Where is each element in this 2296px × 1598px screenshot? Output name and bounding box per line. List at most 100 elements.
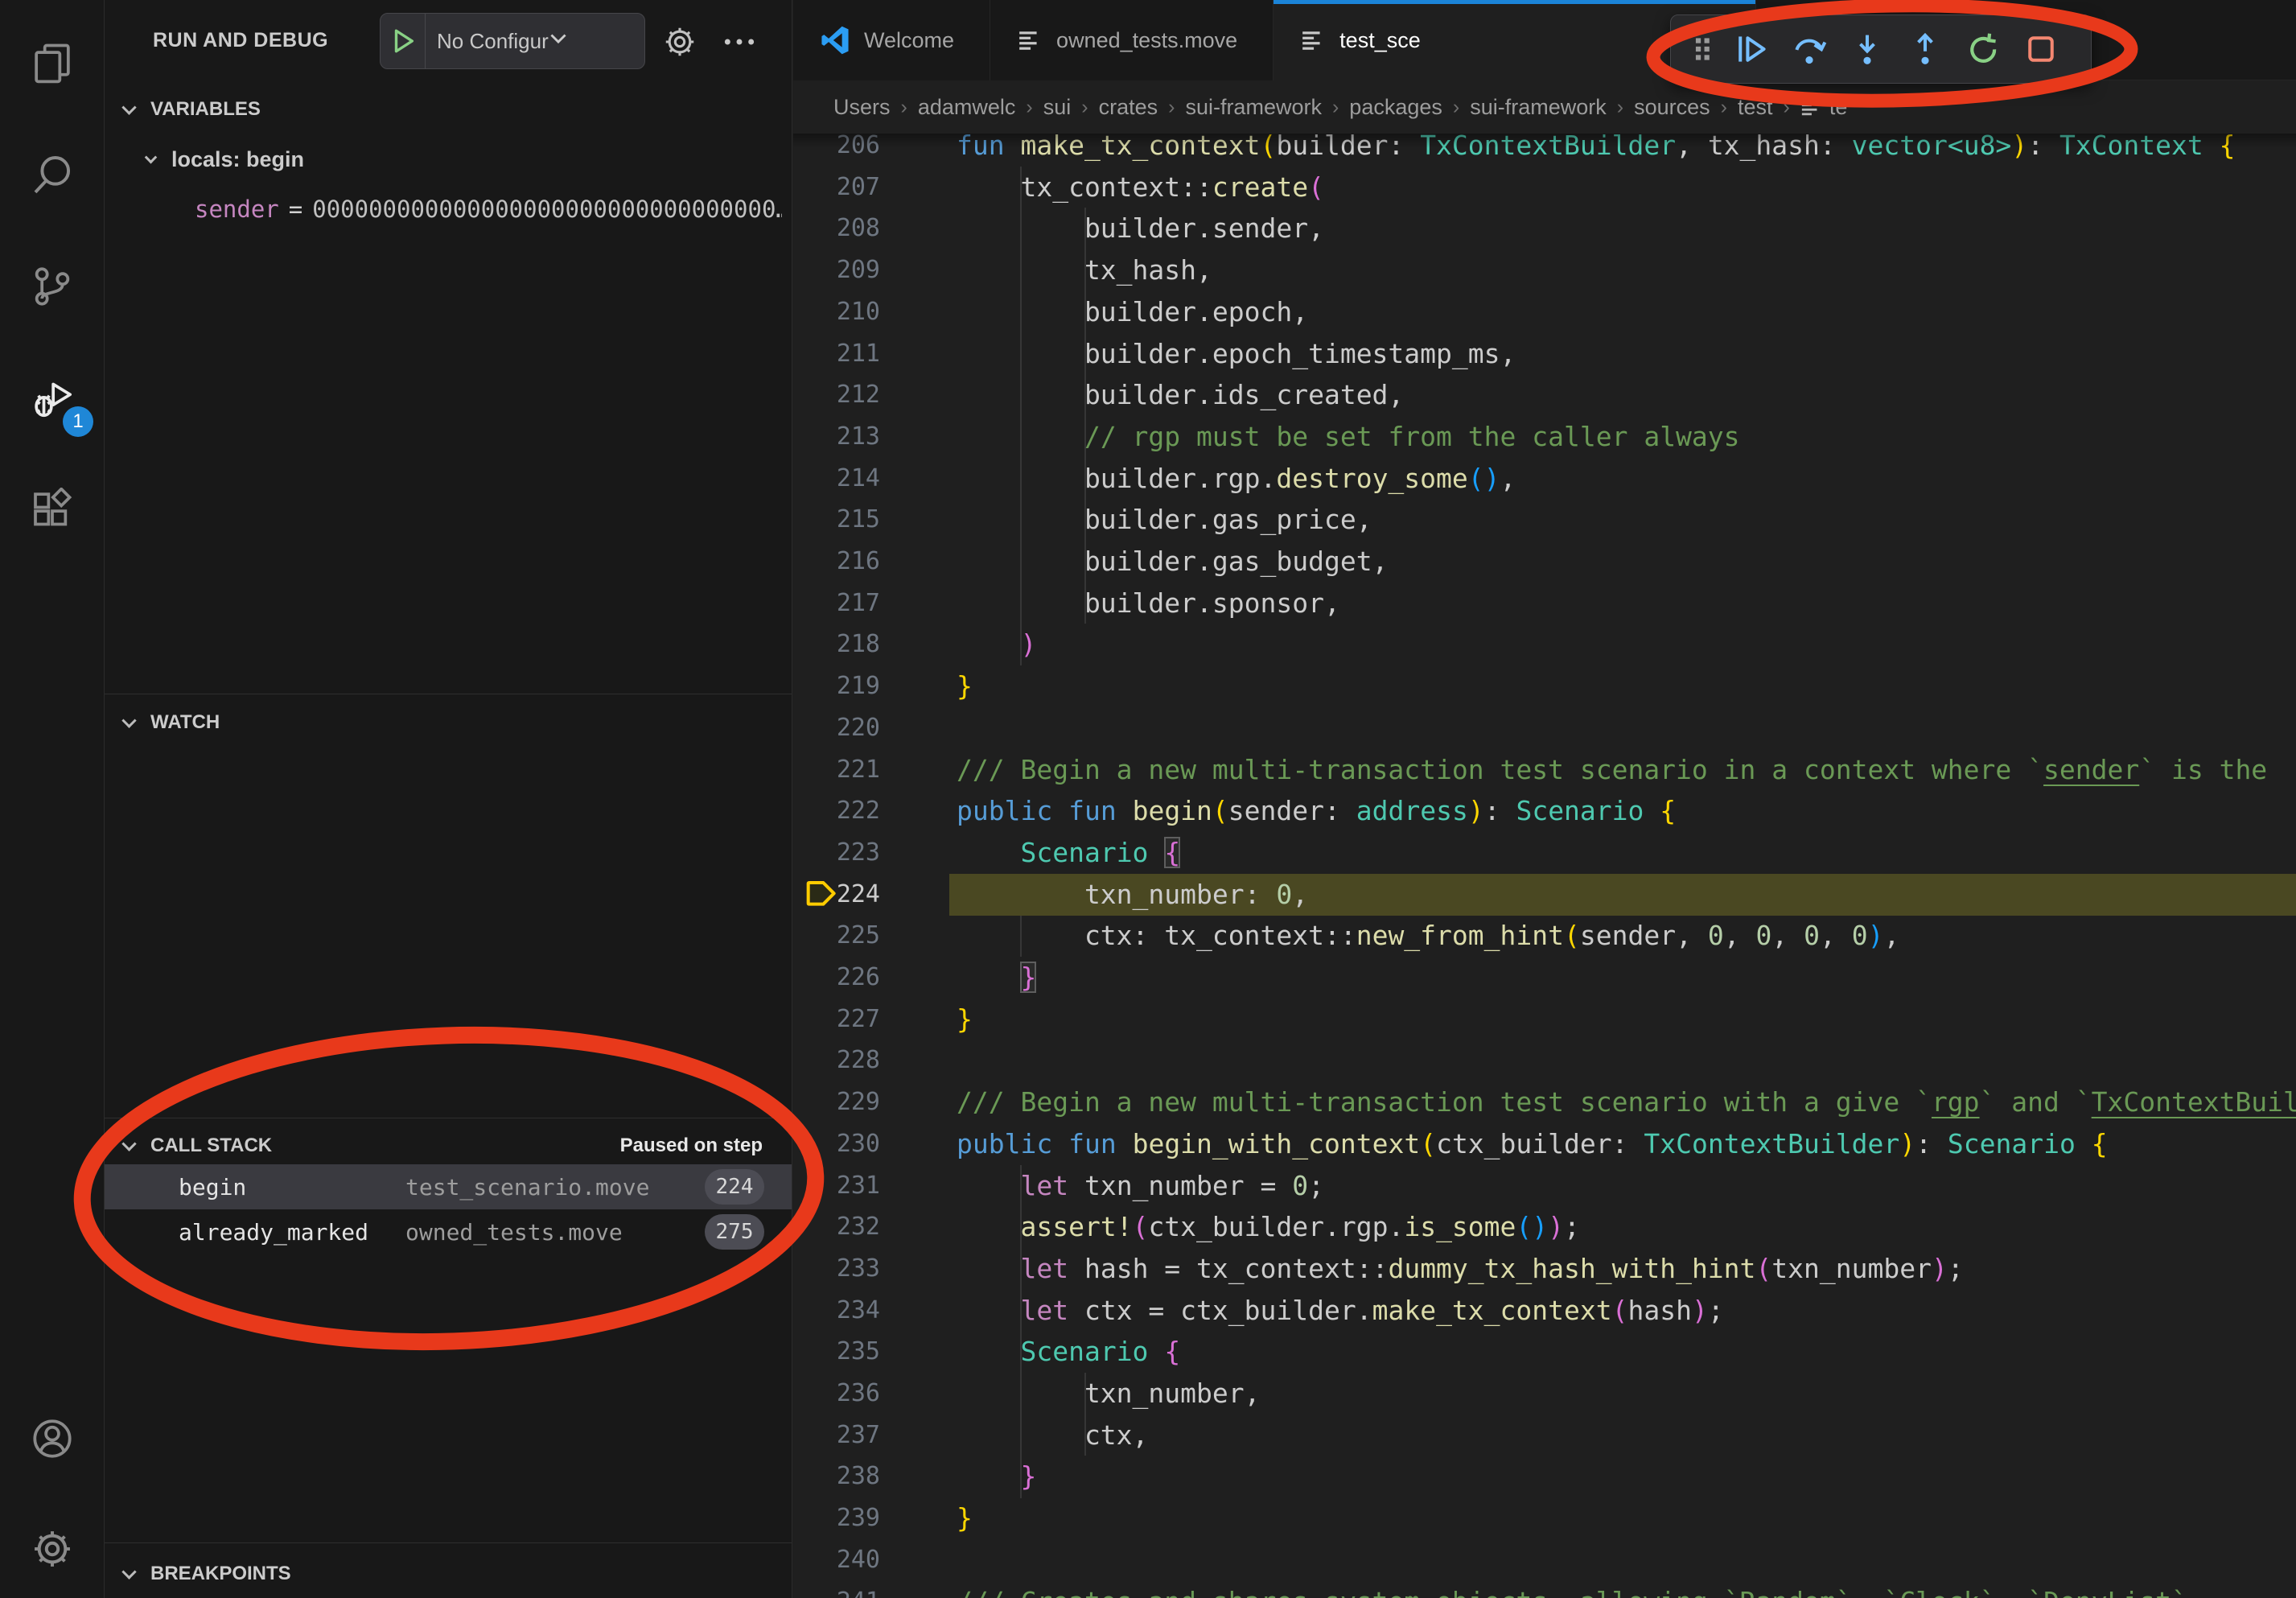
line-number[interactable]: 223 xyxy=(809,832,880,874)
section-variables[interactable]: VARIABLES xyxy=(105,89,792,130)
line-number[interactable]: 240 xyxy=(809,1539,880,1581)
line-number[interactable]: 235 xyxy=(809,1331,880,1373)
breadcrumb-item[interactable]: sources xyxy=(1634,95,1710,120)
line-number[interactable]: 215 xyxy=(809,499,880,541)
code-line[interactable]: /// Begin a new multi-transaction test s… xyxy=(957,1081,2296,1123)
line-number[interactable]: 236 xyxy=(809,1373,880,1415)
section-watch[interactable]: WATCH xyxy=(105,702,792,743)
activity-explorer[interactable] xyxy=(0,23,105,106)
line-number[interactable]: 225 xyxy=(809,915,880,957)
breadcrumb-item[interactable]: sui-framework xyxy=(1185,95,1322,120)
line-number[interactable]: 233 xyxy=(809,1248,880,1290)
line-number[interactable]: 214 xyxy=(809,458,880,500)
variables-scope-locals[interactable]: locals: begin xyxy=(146,138,304,180)
line-number[interactable]: 230 xyxy=(809,1123,880,1165)
line-number[interactable]: 224 xyxy=(809,874,880,916)
line-number[interactable]: 210 xyxy=(809,291,880,333)
debug-config-select[interactable]: No Configur xyxy=(426,29,549,54)
debug-step-into-button[interactable] xyxy=(1838,19,1896,79)
line-number[interactable]: 227 xyxy=(809,999,880,1040)
line-number[interactable]: 217 xyxy=(809,583,880,624)
debug-stop-button[interactable] xyxy=(2012,19,2070,79)
code-line[interactable]: let ctx = ctx_builder.make_tx_context(ha… xyxy=(957,1290,1724,1332)
call-stack-frame-begin[interactable]: begintest_scenario.move224 xyxy=(105,1164,792,1209)
line-number[interactable]: 237 xyxy=(809,1415,880,1456)
section-call-stack[interactable]: CALL STACK Paused on step xyxy=(105,1125,792,1167)
views-more-actions-icon[interactable] xyxy=(721,24,758,60)
code-line[interactable]: builder.epoch, xyxy=(957,291,1308,333)
call-stack-frame-already_marked[interactable]: already_markedowned_tests.move275 xyxy=(105,1209,792,1254)
debug-step-out-button[interactable] xyxy=(1896,19,1954,79)
code-line[interactable]: } xyxy=(957,665,973,707)
code-line[interactable]: txn_number, xyxy=(957,1373,1261,1415)
activity-settings[interactable] xyxy=(0,1509,105,1592)
code-line[interactable]: } xyxy=(957,1497,973,1539)
line-number[interactable]: 213 xyxy=(809,416,880,458)
line-number[interactable]: 212 xyxy=(809,374,880,416)
code-line[interactable]: Scenario { xyxy=(957,1331,1180,1373)
line-number[interactable]: 219 xyxy=(809,665,880,707)
breadcrumb-file[interactable]: te xyxy=(1800,95,1848,120)
breadcrumb-item[interactable]: adamwelc xyxy=(918,95,1016,120)
line-number[interactable]: 238 xyxy=(809,1456,880,1497)
code-line[interactable]: builder.gas_budget, xyxy=(957,541,1388,583)
code-line[interactable]: builder.rgp.destroy_some(), xyxy=(957,458,1516,500)
code-line[interactable]: Scenario { xyxy=(957,832,1180,874)
code-line[interactable]: builder.sponsor, xyxy=(957,583,1340,624)
section-breakpoints[interactable]: BREAKPOINTS xyxy=(105,1553,792,1595)
line-number[interactable]: 211 xyxy=(809,333,880,375)
code-line[interactable]: // rgp must be set from the caller alway… xyxy=(957,416,1740,458)
breadcrumb-item[interactable]: sui-framework xyxy=(1470,95,1607,120)
line-number[interactable]: 228 xyxy=(809,1040,880,1081)
code-line[interactable]: let txn_number = 0; xyxy=(957,1165,1324,1207)
code-line[interactable]: builder.ids_created, xyxy=(957,374,1404,416)
debug-restart-button[interactable] xyxy=(1954,19,2012,79)
variable-row-sender[interactable]: sender = 0000000000000000000000000000000… xyxy=(195,190,782,229)
line-number[interactable]: 239 xyxy=(809,1497,880,1539)
line-number[interactable]: 241 xyxy=(809,1581,880,1598)
tab-owned-tests-move[interactable]: owned_tests.move xyxy=(990,0,1273,80)
activity-search[interactable] xyxy=(0,134,105,218)
activity-run-and-debug[interactable]: 1 xyxy=(0,358,105,442)
activity-source-control[interactable] xyxy=(0,246,105,330)
code-line[interactable]: builder.epoch_timestamp_ms, xyxy=(957,333,1516,375)
code-line[interactable]: ctx: tx_context::new_from_hint(sender, 0… xyxy=(957,915,1899,957)
line-number[interactable]: 221 xyxy=(809,749,880,791)
code-line[interactable]: let hash = tx_context::dummy_tx_hash_wit… xyxy=(957,1248,1964,1290)
line-number[interactable]: 208 xyxy=(809,208,880,249)
line-number[interactable]: 209 xyxy=(809,249,880,291)
debug-drag-handle[interactable] xyxy=(1682,19,1722,79)
line-number[interactable]: 218 xyxy=(809,624,880,665)
code-line[interactable]: ) xyxy=(957,624,1036,665)
line-number[interactable]: 229 xyxy=(809,1081,880,1123)
code-line[interactable]: public fun begin(sender: address): Scena… xyxy=(957,790,1676,832)
line-number[interactable]: 231 xyxy=(809,1165,880,1207)
line-number[interactable]: 232 xyxy=(809,1206,880,1248)
code-line[interactable]: builder.gas_price, xyxy=(957,499,1372,541)
debug-continue-button[interactable] xyxy=(1722,19,1780,79)
line-number[interactable]: 226 xyxy=(809,957,880,999)
code-line[interactable]: ctx, xyxy=(957,1415,1148,1456)
breadcrumb-item[interactable]: sui xyxy=(1043,95,1072,120)
breadcrumb-item[interactable]: crates xyxy=(1099,95,1158,120)
code-line[interactable]: txn_number: 0, xyxy=(957,874,1308,916)
breadcrumb-item[interactable]: test xyxy=(1738,95,1773,120)
tab-welcome[interactable]: Welcome xyxy=(793,0,990,80)
breadcrumb-item[interactable]: Users xyxy=(833,95,891,120)
code-line[interactable]: /// Begin a new multi-transaction test s… xyxy=(957,749,2267,791)
debug-settings-gear-icon[interactable] xyxy=(662,24,697,60)
debug-step-over-button[interactable] xyxy=(1780,19,1838,79)
code-area[interactable]: 206fun make_tx_context(builder: TxContex… xyxy=(793,0,2296,1598)
line-number[interactable]: 234 xyxy=(809,1290,880,1332)
line-number[interactable]: 222 xyxy=(809,790,880,832)
line-number[interactable]: 220 xyxy=(809,707,880,749)
line-number[interactable]: 207 xyxy=(809,167,880,208)
line-number[interactable]: 216 xyxy=(809,541,880,583)
code-line[interactable]: tx_context::create( xyxy=(957,167,1324,208)
code-line[interactable]: assert!(ctx_builder.rgp.is_some()); xyxy=(957,1206,1580,1248)
activity-extensions[interactable] xyxy=(0,470,105,554)
code-line[interactable]: public fun begin_with_context(ctx_builde… xyxy=(957,1123,2108,1165)
start-debug-button[interactable]: No Configur xyxy=(380,13,645,69)
code-line[interactable]: builder.sender, xyxy=(957,208,1324,249)
code-line[interactable]: } xyxy=(957,957,1036,999)
